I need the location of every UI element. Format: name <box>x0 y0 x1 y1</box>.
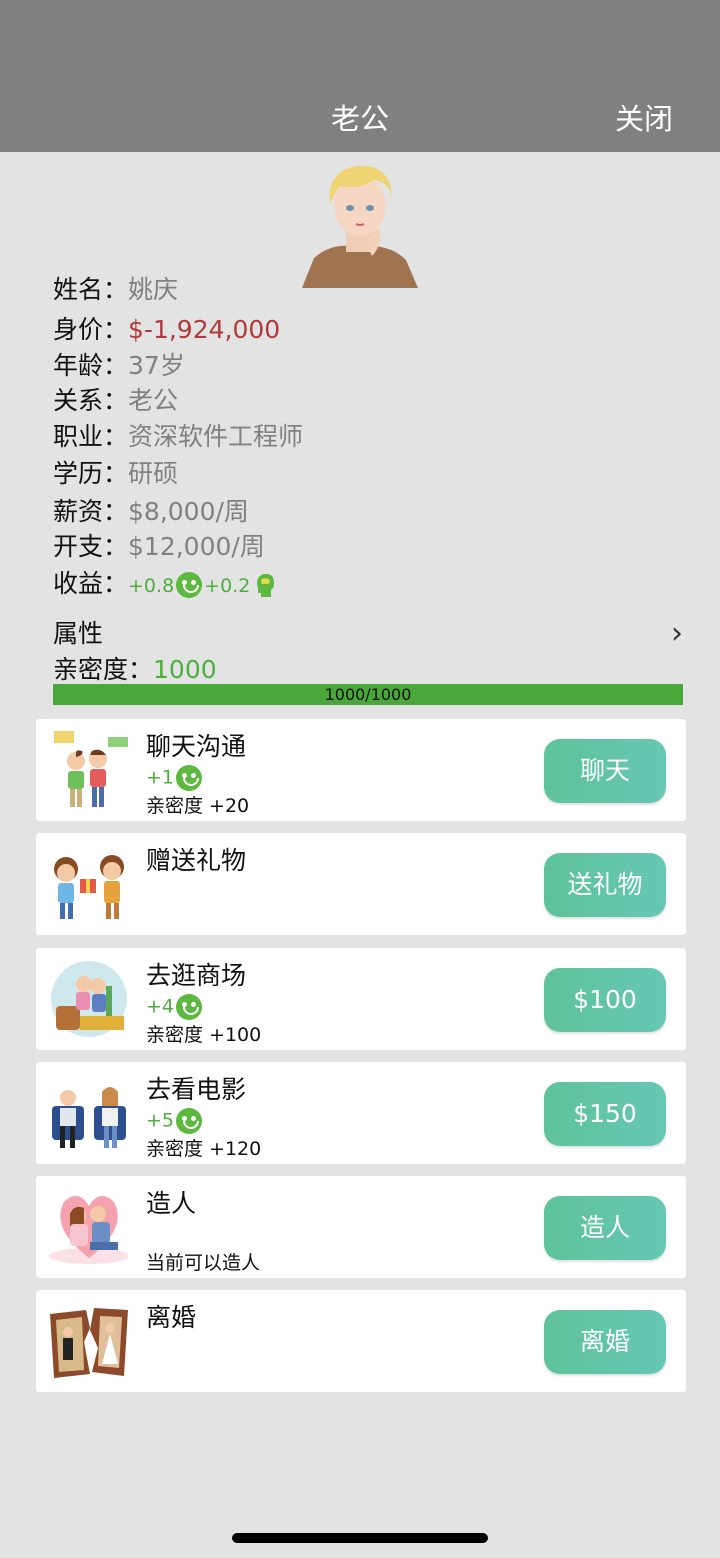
intimacy-value: 1000 <box>153 655 217 684</box>
age-value: 37岁 <box>128 351 185 380</box>
salary-label: 薪资： <box>53 497 129 526</box>
intimacy-progress-bar: 1000/1000 <box>53 684 683 705</box>
action-bonus-value: +4 <box>146 995 175 1018</box>
name-row: 姓名：姚庆 <box>53 270 178 306</box>
action-bonus-value: +5 <box>146 1109 175 1132</box>
home-indicator[interactable] <box>232 1533 488 1543</box>
age-row: 年龄：37岁 <box>53 346 185 382</box>
name-label: 姓名： <box>53 275 129 304</box>
net-worth-label: 身价： <box>53 315 129 344</box>
action-name: 去逛商场 <box>146 961 247 990</box>
expense-label: 开支： <box>53 532 129 561</box>
education-label: 学历： <box>53 459 129 488</box>
action-bonus-value: +1 <box>146 766 175 789</box>
education-row: 学历：研硕 <box>53 454 178 490</box>
broken-photo-icon <box>50 1308 128 1378</box>
chat-button[interactable]: 聊天 <box>544 739 666 803</box>
name-value: 姚庆 <box>128 275 179 304</box>
gift-illustration-icon <box>54 855 124 919</box>
top-bar: 老公 关闭 <box>0 0 720 152</box>
action-name: 造人 <box>146 1189 197 1218</box>
action-card-gift: 赠送礼物 送礼物 <box>36 833 686 935</box>
expense-value: $12,000/周 <box>128 532 265 561</box>
chevron-right-icon: › <box>671 616 683 651</box>
action-name: 离婚 <box>146 1303 197 1332</box>
movie-illustration-icon <box>52 1087 126 1148</box>
attributes-row[interactable]: 属性 › <box>53 614 683 651</box>
intimacy-row: 亲密度：1000 <box>53 650 217 686</box>
mall-illustration-icon <box>51 961 127 1037</box>
close-button[interactable]: 关闭 <box>615 96 673 138</box>
attributes-label: 属性 <box>53 619 104 648</box>
occupation-value: 资深软件工程师 <box>128 422 304 451</box>
education-value: 研硕 <box>128 459 179 488</box>
couple-illustration-icon <box>49 1195 129 1264</box>
relation-label: 关系： <box>53 386 129 415</box>
intimacy-progress-text: 1000/1000 <box>324 685 412 704</box>
happiness-icon <box>176 572 203 598</box>
action-card-baby: 造人 当前可以造人 造人 <box>36 1176 686 1278</box>
action-bonus: +5 <box>146 1108 204 1134</box>
occupation-row: 职业：资深软件工程师 <box>53 417 303 453</box>
avatar <box>302 165 418 288</box>
action-bonus: +4 <box>146 994 204 1020</box>
action-card-mall: 去逛商场 +4 亲密度 +100 $100 <box>36 948 686 1050</box>
income-smart-value: +0.2 <box>204 575 251 597</box>
intimacy-label: 亲密度： <box>53 655 154 684</box>
action-bonus: +1 <box>146 765 204 791</box>
age-label: 年龄： <box>53 351 129 380</box>
mall-button[interactable]: $100 <box>544 968 666 1032</box>
salary-value: $8,000/周 <box>128 497 249 526</box>
happiness-icon <box>176 994 203 1020</box>
income-label: 收益： <box>53 569 129 598</box>
page-title: 老公 <box>330 102 389 136</box>
action-name: 聊天沟通 <box>146 732 247 761</box>
occupation-label: 职业： <box>53 422 129 451</box>
income-row: 收益：+0.8 +0.2 <box>53 564 276 600</box>
movie-button[interactable]: $150 <box>544 1082 666 1146</box>
action-name: 赠送礼物 <box>146 846 247 875</box>
happiness-icon <box>176 765 203 791</box>
brain-head-icon <box>257 574 275 597</box>
income-happiness-value: +0.8 <box>128 575 175 597</box>
action-sub: 亲密度 +100 <box>146 1024 262 1046</box>
expense-row: 开支：$12,000/周 <box>53 527 265 563</box>
chat-illustration-icon <box>54 731 128 807</box>
action-sub: 亲密度 +20 <box>146 795 250 817</box>
baby-button[interactable]: 造人 <box>544 1196 666 1260</box>
action-sub: 当前可以造人 <box>146 1252 261 1274</box>
happiness-icon <box>176 1108 203 1134</box>
divorce-button[interactable]: 离婚 <box>544 1310 666 1374</box>
net-worth-row: 身价：$-1,924,000 <box>53 310 280 346</box>
gift-button[interactable]: 送礼物 <box>544 853 666 917</box>
net-worth-value: $-1,924,000 <box>128 315 281 344</box>
action-sub: 亲密度 +120 <box>146 1138 262 1160</box>
relation-row: 关系：老公 <box>53 381 178 417</box>
relation-value: 老公 <box>128 386 179 415</box>
action-name: 去看电影 <box>146 1075 247 1104</box>
action-card-chat: 聊天沟通 +1 亲密度 +20 聊天 <box>36 719 686 821</box>
action-card-divorce: 离婚 离婚 <box>36 1290 686 1392</box>
action-card-movie: 去看电影 +5 亲密度 +120 $150 <box>36 1062 686 1164</box>
salary-row: 薪资：$8,000/周 <box>53 492 249 528</box>
